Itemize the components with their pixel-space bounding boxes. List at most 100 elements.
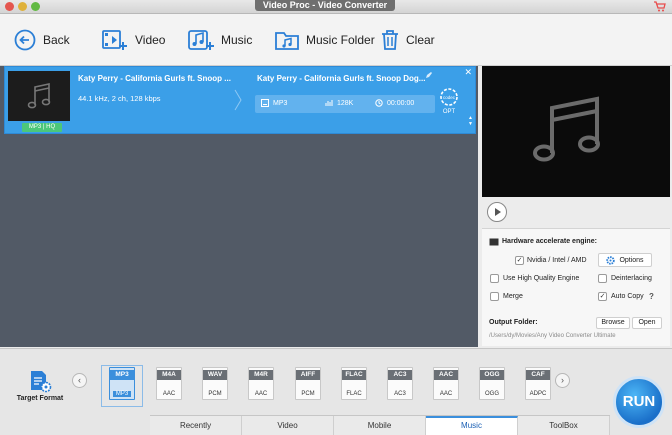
clear-button[interactable]: Clear	[381, 25, 435, 55]
codec-option-button[interactable]: codec OPT	[438, 87, 460, 115]
help-icon[interactable]: ?	[649, 292, 654, 301]
play-icon	[495, 208, 501, 216]
format-tile-caf[interactable]: CAF ADPC	[519, 367, 557, 405]
format-file-icon: MP3 MP3	[109, 367, 135, 400]
tab-recently[interactable]: Recently	[150, 416, 242, 435]
nvidia-checkbox[interactable]: ✓	[515, 256, 524, 265]
clock-icon	[375, 99, 383, 107]
format-codec: FLAC	[346, 391, 362, 397]
hw-accelerate-title: Hardware accelerate engine:	[502, 238, 597, 245]
format-codec: PCM	[208, 391, 222, 397]
output-duration: 00:00:00	[387, 99, 415, 107]
preview-panel	[482, 66, 670, 197]
output-title[interactable]: Katy Perry - California Gurls ft. Snoop …	[257, 74, 425, 83]
clear-label: Clear	[406, 33, 435, 47]
options-label: Options	[619, 256, 644, 264]
tab-toolbox[interactable]: ToolBox	[518, 416, 610, 435]
music-label: Music	[221, 33, 253, 47]
output-format-field: MP3	[261, 99, 287, 107]
format-codec: PCM	[301, 391, 315, 397]
back-button[interactable]: Back	[14, 25, 70, 55]
source-format-badge: MP3 | HQ	[22, 123, 62, 132]
deinterlacing-label: Deinterlacing	[611, 275, 652, 282]
format-bar: Target Format ‹ MP3 MP3 M4A AAC WAV PCM M4R AAC…	[0, 348, 672, 435]
music-folder-label: Music Folder	[306, 33, 375, 47]
deinterlacing-checkbox[interactable]	[598, 274, 607, 283]
format-name: AAC	[434, 370, 458, 380]
close-window-button[interactable]	[5, 2, 14, 11]
maximize-window-button[interactable]	[31, 2, 40, 11]
trash-icon	[382, 30, 398, 50]
format-file-icon: AC3 AC3	[387, 367, 413, 400]
item-stepper-icon[interactable]: ▲ ▼	[468, 115, 473, 127]
format-file-icon: M4R AAC	[248, 367, 274, 400]
browse-button[interactable]: Browse	[596, 317, 630, 329]
file-list-item[interactable]: MP3 | HQ Katy Perry - California Gurls f…	[4, 66, 476, 134]
target-format-label: Target Format	[16, 395, 64, 402]
add-music-button[interactable]: Music	[188, 25, 252, 55]
options-button[interactable]: Options	[598, 253, 652, 267]
add-music-folder-button[interactable]: Music Folder	[275, 25, 375, 55]
music-add-icon	[188, 30, 214, 50]
music-note-icon	[27, 83, 51, 109]
format-codec: AC3	[394, 391, 406, 397]
formats-prev-button[interactable]: ‹	[72, 373, 87, 388]
format-name: FLAC	[342, 370, 366, 380]
format-file-icon: CAF ADPC	[525, 367, 551, 400]
format-tile-m4r[interactable]: M4R AAC	[242, 367, 280, 405]
tab-mobile[interactable]: Mobile	[334, 416, 426, 435]
format-name: AC3	[388, 370, 412, 380]
output-path[interactable]: /Users/dy/Movies/Any Video Converter Ult…	[489, 333, 616, 339]
format-file-icon: WAV PCM	[202, 367, 228, 400]
format-tile-mp3[interactable]: MP3 MP3	[101, 365, 143, 407]
output-bitrate-field: 128K	[325, 99, 353, 107]
remove-item-icon[interactable]: ✕	[464, 67, 472, 78]
format-codec: AAC	[254, 391, 268, 397]
tab-video[interactable]: Video	[242, 416, 334, 435]
file-thumbnail	[8, 71, 70, 121]
add-video-button[interactable]: Video	[102, 25, 165, 55]
format-tile-wav[interactable]: WAV PCM	[196, 367, 234, 405]
auto-copy-label: Auto Copy	[611, 293, 644, 300]
format-name: M4R	[249, 370, 273, 380]
output-folder-label: Output Folder:	[489, 319, 538, 326]
chip-icon	[489, 238, 499, 246]
source-info: 44.1 kHz, 2 ch, 128 kbps	[78, 94, 161, 103]
video-add-icon	[102, 30, 127, 50]
run-button[interactable]: RUN	[613, 376, 665, 428]
format-tile-ogg[interactable]: OGG OGG	[473, 367, 511, 405]
nvidia-label: Nvidia / Intel / AMD	[527, 257, 587, 264]
format-tile-m4a[interactable]: M4A AAC	[150, 367, 188, 405]
format-file-icon: FLAC FLAC	[341, 367, 367, 400]
main-toolbar: Back Video Music Music Folder Clear	[0, 14, 672, 66]
bitrate-icon	[325, 100, 333, 106]
formats-next-button[interactable]: ›	[555, 373, 570, 388]
auto-copy-checkbox[interactable]: ✓	[598, 292, 607, 301]
format-codec: MP3	[113, 391, 131, 397]
music-folder-icon	[275, 32, 299, 50]
minimize-window-button[interactable]	[18, 2, 27, 11]
play-button[interactable]	[487, 202, 507, 222]
hq-engine-label: Use High Quality Engine	[503, 275, 580, 282]
tab-music[interactable]: Music	[426, 416, 518, 435]
format-file-icon: AIFF PCM	[295, 367, 321, 400]
pencil-icon[interactable]	[425, 71, 433, 79]
output-bitrate: 128K	[337, 99, 354, 107]
window-title: Video Proc - Video Converter	[255, 0, 395, 11]
merge-checkbox[interactable]	[490, 292, 499, 301]
format-name: MP3	[110, 370, 134, 380]
format-codec: ADPC	[529, 391, 547, 397]
file-list[interactable]: MP3 | HQ Katy Perry - California Gurls f…	[0, 66, 478, 347]
format-tile-flac[interactable]: FLAC FLAC	[335, 367, 373, 405]
hq-engine-checkbox[interactable]	[490, 274, 499, 283]
format-tile-aac[interactable]: AAC AAC	[427, 367, 465, 405]
format-tabs: Recently Video Mobile Music ToolBox	[150, 415, 610, 435]
target-format-button[interactable]: Target Format	[10, 369, 70, 402]
format-tile-ac3[interactable]: AC3 AC3	[381, 367, 419, 405]
cart-icon[interactable]	[653, 1, 666, 12]
format-tile-aiff[interactable]: AIFF PCM	[289, 367, 327, 405]
output-duration-field: 00:00:00	[375, 99, 414, 107]
music-note-icon	[533, 96, 600, 162]
format-name: AIFF	[296, 370, 320, 380]
open-button[interactable]: Open	[632, 317, 662, 329]
